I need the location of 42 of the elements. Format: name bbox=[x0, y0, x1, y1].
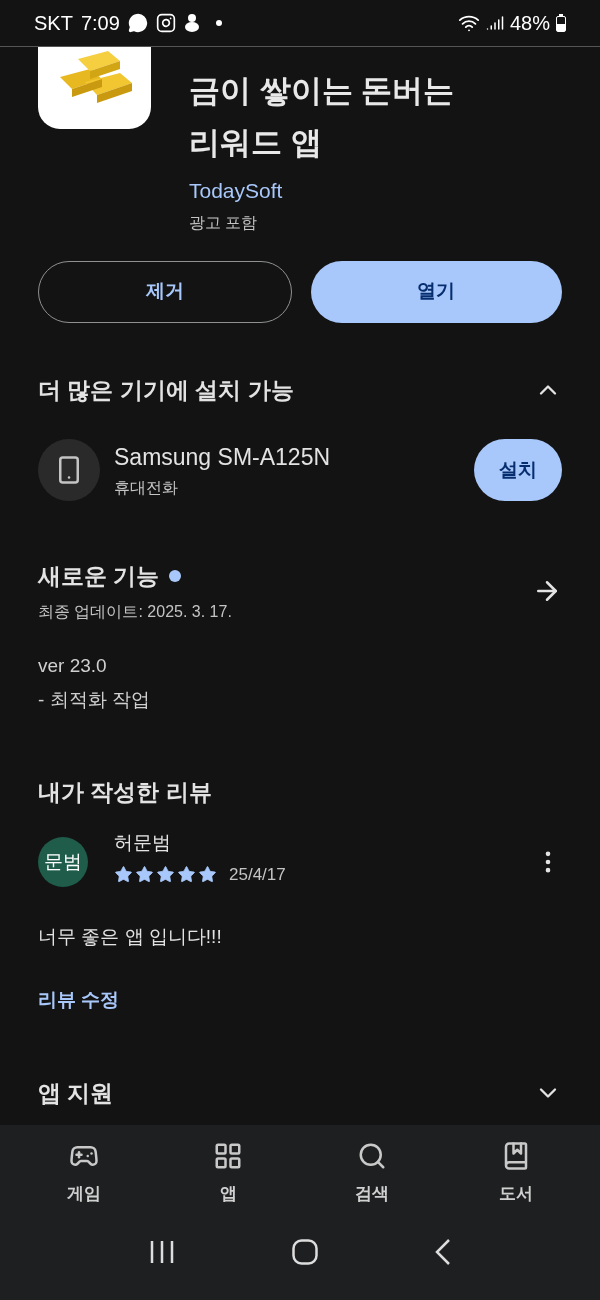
home-icon[interactable] bbox=[292, 1238, 318, 1265]
star-icon bbox=[156, 864, 175, 884]
star-icon bbox=[114, 864, 133, 884]
nav-tab[interactable]: 검색 bbox=[322, 1141, 422, 1207]
device-name: Samsung SM-A125N bbox=[114, 442, 332, 472]
recent-apps-icon[interactable] bbox=[148, 1239, 175, 1264]
back-icon[interactable] bbox=[435, 1238, 452, 1265]
chat-icon bbox=[127, 13, 148, 33]
device-type: 휴대전화 bbox=[114, 478, 179, 499]
nav-tab[interactable]: 게임 bbox=[34, 1141, 134, 1207]
grid-icon bbox=[213, 1141, 243, 1171]
release-note: - 최적화 작업 bbox=[38, 688, 151, 712]
update-date: 최종 업데이트: 2025. 3. 17. bbox=[38, 601, 232, 622]
user-avatar: 문범 bbox=[38, 837, 88, 887]
app-title: 금이 쌓이는 돈버는 bbox=[189, 72, 455, 110]
review-text: 너무 좋은 앱 입니다!!! bbox=[37, 925, 223, 949]
signal-icon bbox=[485, 14, 504, 32]
release-note: ver 23.0 bbox=[38, 653, 108, 678]
edit-review-link[interactable]: 리뷰 수정 bbox=[38, 985, 120, 1014]
battery-level: 48% bbox=[509, 11, 550, 36]
section-title: 새로운 기능 bbox=[38, 562, 160, 591]
battery-icon bbox=[556, 14, 566, 32]
star-icon bbox=[198, 864, 217, 884]
reviewer-name: 허문범 bbox=[114, 831, 172, 855]
section-title: 앱 지원 bbox=[38, 1079, 114, 1108]
camera-icon bbox=[155, 13, 176, 33]
section-title: 더 많은 기기에 설치 가능 bbox=[38, 375, 294, 405]
nav-tab[interactable]: 도서 bbox=[466, 1141, 566, 1207]
star-icon bbox=[135, 864, 154, 884]
clock: 7:09 bbox=[80, 11, 120, 36]
nav-tab[interactable]: 앱 bbox=[178, 1141, 278, 1207]
dot-icon bbox=[215, 20, 222, 26]
open-button[interactable]: 열기 bbox=[310, 260, 562, 323]
section-title: 내가 작성한 리뷰 bbox=[37, 777, 213, 807]
review-date: 25/4/17 bbox=[229, 863, 286, 886]
app-title: 리워드 앱 bbox=[189, 124, 323, 162]
ads-note: 광고 포함 bbox=[189, 212, 259, 233]
search-icon bbox=[357, 1141, 387, 1171]
install-button[interactable]: 설치 bbox=[474, 439, 562, 501]
star-icon bbox=[177, 864, 196, 884]
developer-link[interactable]: TodaySoft bbox=[189, 175, 283, 207]
carrier: SKT bbox=[34, 11, 73, 36]
